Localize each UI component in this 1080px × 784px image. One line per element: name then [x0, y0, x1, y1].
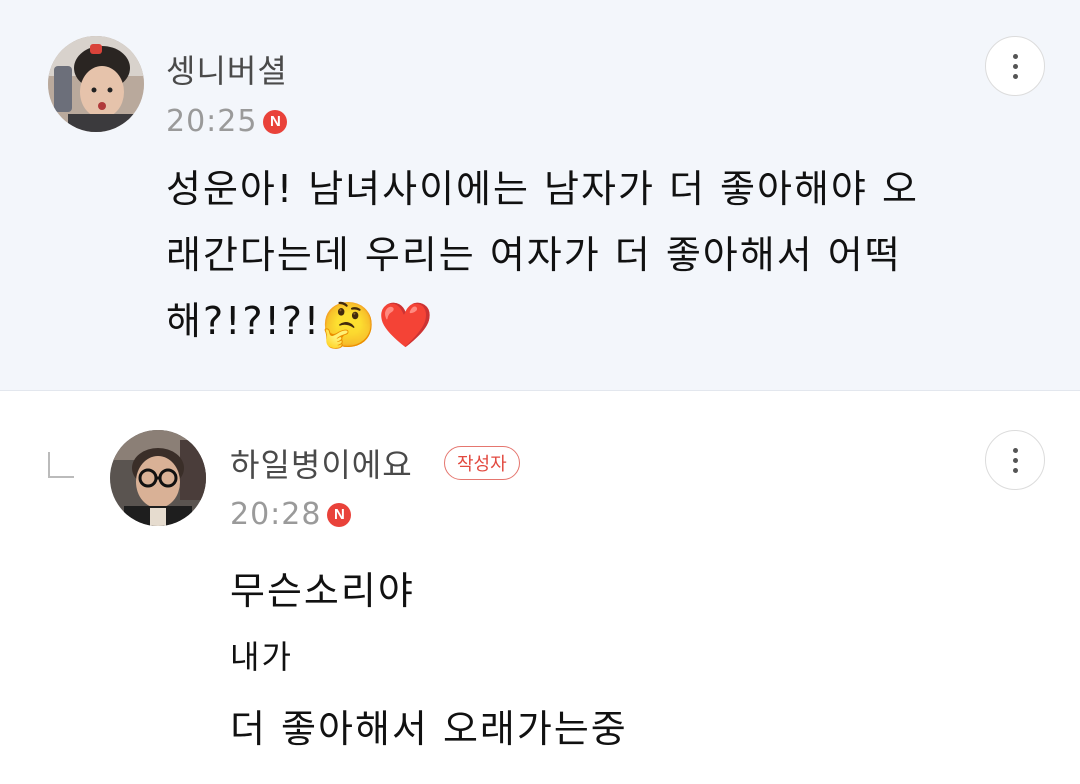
reply-avatar[interactable]	[110, 430, 206, 526]
more-vertical-icon	[1012, 447, 1018, 453]
comment-line: 성운아! 남녀사이에는 남자가 더 좋아해야 오	[166, 167, 919, 211]
new-badge: N	[263, 109, 288, 134]
comment-line: 래간다는데 우리는 여자가 더 좋아해서 어떡	[166, 233, 902, 277]
comment-highlighted: 셍니버셜 20:25 N 성운아! 남녀사이에는 남자가 더 좋아해야 오 래간…	[0, 0, 1080, 391]
reply-line: 더 좋아해서 오래가는중	[230, 707, 628, 751]
comment-line-text: 해?!?!?!	[166, 299, 322, 343]
reply-meta: 20:28 N	[230, 497, 352, 532]
reply-author[interactable]: 하일병이에요	[230, 440, 413, 486]
reply-line: 무슨소리야	[230, 569, 415, 613]
comment-time: 20:25	[166, 104, 258, 139]
comment-meta: 20:25 N	[166, 104, 288, 139]
reply-time: 20:28	[230, 497, 322, 532]
author-badge: 작성자	[444, 446, 520, 480]
reply-more-options-button[interactable]	[985, 430, 1045, 490]
comment-author[interactable]: 셍니버셜	[166, 46, 288, 92]
reply-corner-icon	[48, 452, 74, 478]
comment-line: 해?!?!?!🤔❤️	[166, 288, 986, 359]
comment-body: 성운아! 남녀사이에는 남자가 더 좋아해야 오 래간다는데 우리는 여자가 더…	[166, 156, 986, 359]
avatar[interactable]	[48, 36, 144, 132]
more-options-button[interactable]	[985, 36, 1045, 96]
more-vertical-icon	[1012, 53, 1018, 59]
new-badge: N	[327, 502, 352, 527]
thinking-emoji-icon: 🤔	[321, 300, 378, 351]
reply-line: 내가	[230, 638, 293, 676]
heart-emoji-icon: ❤️	[377, 300, 435, 351]
